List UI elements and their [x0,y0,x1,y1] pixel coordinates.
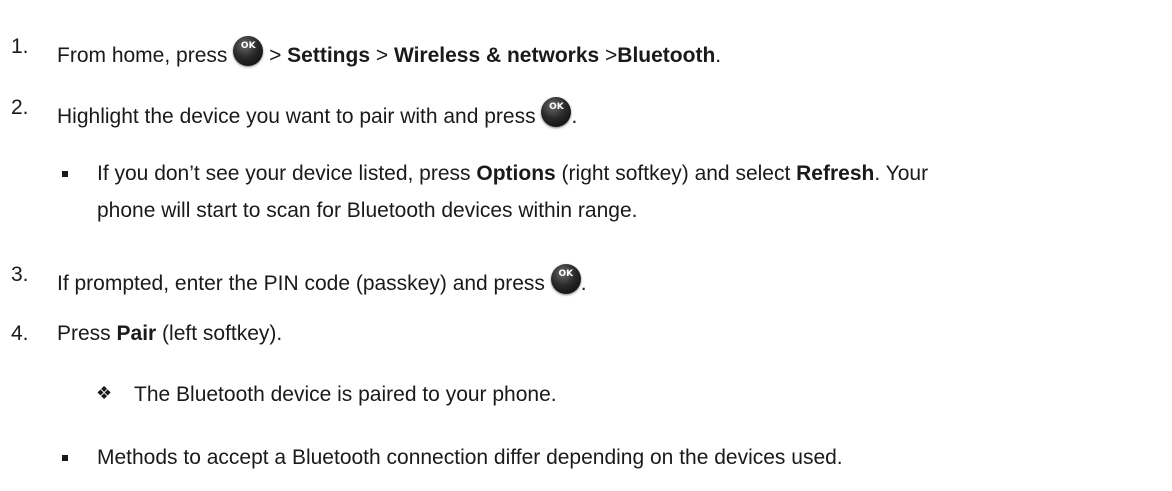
square-bullet-icon [62,455,68,461]
step-1-text: From home, press OK > Settings > Wireles… [57,36,721,66]
step-1-pre: From home, press [57,44,228,67]
square-bullet-icon [62,171,68,177]
step-4-number: 4. [11,322,29,345]
step-3-number: 3. [11,263,29,286]
menu-bluetooth: Bluetooth [617,44,716,67]
step-3-text: If prompted, enter the PIN code (passkey… [57,264,587,294]
sub-note-line-2: phone will start to scan for Bluetooth d… [97,199,638,222]
sub-note-line-1: If you don’t see your device listed, pre… [97,162,929,185]
ok-button-icon: OK [550,264,581,294]
step-2-text: Highlight the device you want to pair wi… [57,97,577,127]
menu-settings: Settings [287,44,371,67]
softkey-pair: Pair [116,322,157,345]
result-text: The Bluetooth device is paired to your p… [134,383,557,406]
ok-button-icon: OK [541,97,572,127]
step-2-number: 2. [11,96,29,119]
step-1-number: 1. [11,35,29,58]
note-text: Methods to accept a Bluetooth connection… [97,446,843,469]
ok-button-icon: OK [233,36,264,66]
step-4-text: Press Pair (left softkey). [57,322,283,345]
diamond-bullet-icon: ❖ [96,383,113,404]
menu-wireless-networks: Wireless & networks [393,44,600,67]
